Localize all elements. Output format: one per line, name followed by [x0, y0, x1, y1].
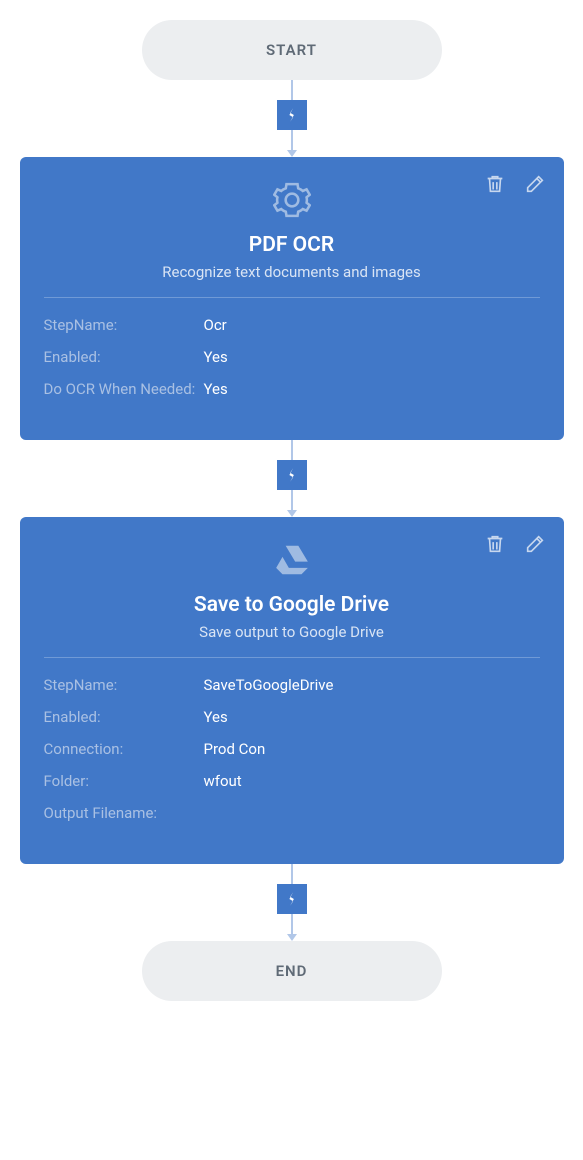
step-title: Save to Google Drive	[44, 593, 540, 617]
property-value: Ocr	[204, 316, 227, 334]
property-value: Yes	[204, 348, 228, 366]
property-label: Output Filename:	[44, 804, 204, 822]
property-row: Folder: wfout	[44, 772, 540, 790]
arrow-down-icon	[287, 934, 297, 941]
start-label: START	[266, 41, 317, 59]
pdf-icon	[277, 460, 307, 490]
workflow-step-card: Save to Google Drive Save output to Goog…	[20, 517, 564, 864]
property-value: Yes	[204, 708, 228, 726]
property-value: Yes	[204, 380, 228, 398]
property-row: Do OCR When Needed: Yes	[44, 380, 540, 398]
arrow-down-icon	[287, 150, 297, 157]
property-label: Enabled:	[44, 708, 204, 726]
delete-icon[interactable]	[484, 173, 506, 199]
connector	[277, 440, 307, 517]
step-subtitle: Recognize text documents and images	[44, 263, 540, 281]
edit-icon[interactable]	[524, 533, 546, 559]
property-row: StepName: SaveToGoogleDrive	[44, 676, 540, 694]
property-label: Do OCR When Needed:	[44, 380, 204, 398]
pdf-icon	[277, 884, 307, 914]
gear-icon	[44, 181, 540, 219]
property-label: Connection:	[44, 740, 204, 758]
property-label: StepName:	[44, 676, 204, 694]
step-title: PDF OCR	[44, 233, 540, 257]
property-label: Folder:	[44, 772, 204, 790]
workflow-step-card: PDF OCR Recognize text documents and ima…	[20, 157, 564, 440]
property-label: Enabled:	[44, 348, 204, 366]
step-subtitle: Save output to Google Drive	[44, 623, 540, 641]
drive-icon	[44, 541, 540, 579]
connector	[277, 80, 307, 157]
property-row: Connection: Prod Con	[44, 740, 540, 758]
property-row: Output Filename:	[44, 804, 540, 822]
end-label: END	[276, 962, 308, 980]
pdf-icon	[277, 100, 307, 130]
property-label: StepName:	[44, 316, 204, 334]
property-value: SaveToGoogleDrive	[204, 676, 334, 694]
delete-icon[interactable]	[484, 533, 506, 559]
start-node: START	[142, 20, 442, 80]
arrow-down-icon	[287, 510, 297, 517]
property-value: wfout	[204, 772, 242, 790]
property-value: Prod Con	[204, 740, 266, 758]
property-row: Enabled: Yes	[44, 708, 540, 726]
workflow-flow: START PDF OCR Recognize text documents a…	[0, 20, 583, 1001]
edit-icon[interactable]	[524, 173, 546, 199]
property-row: Enabled: Yes	[44, 348, 540, 366]
connector	[277, 864, 307, 941]
end-node: END	[142, 941, 442, 1001]
property-row: StepName: Ocr	[44, 316, 540, 334]
